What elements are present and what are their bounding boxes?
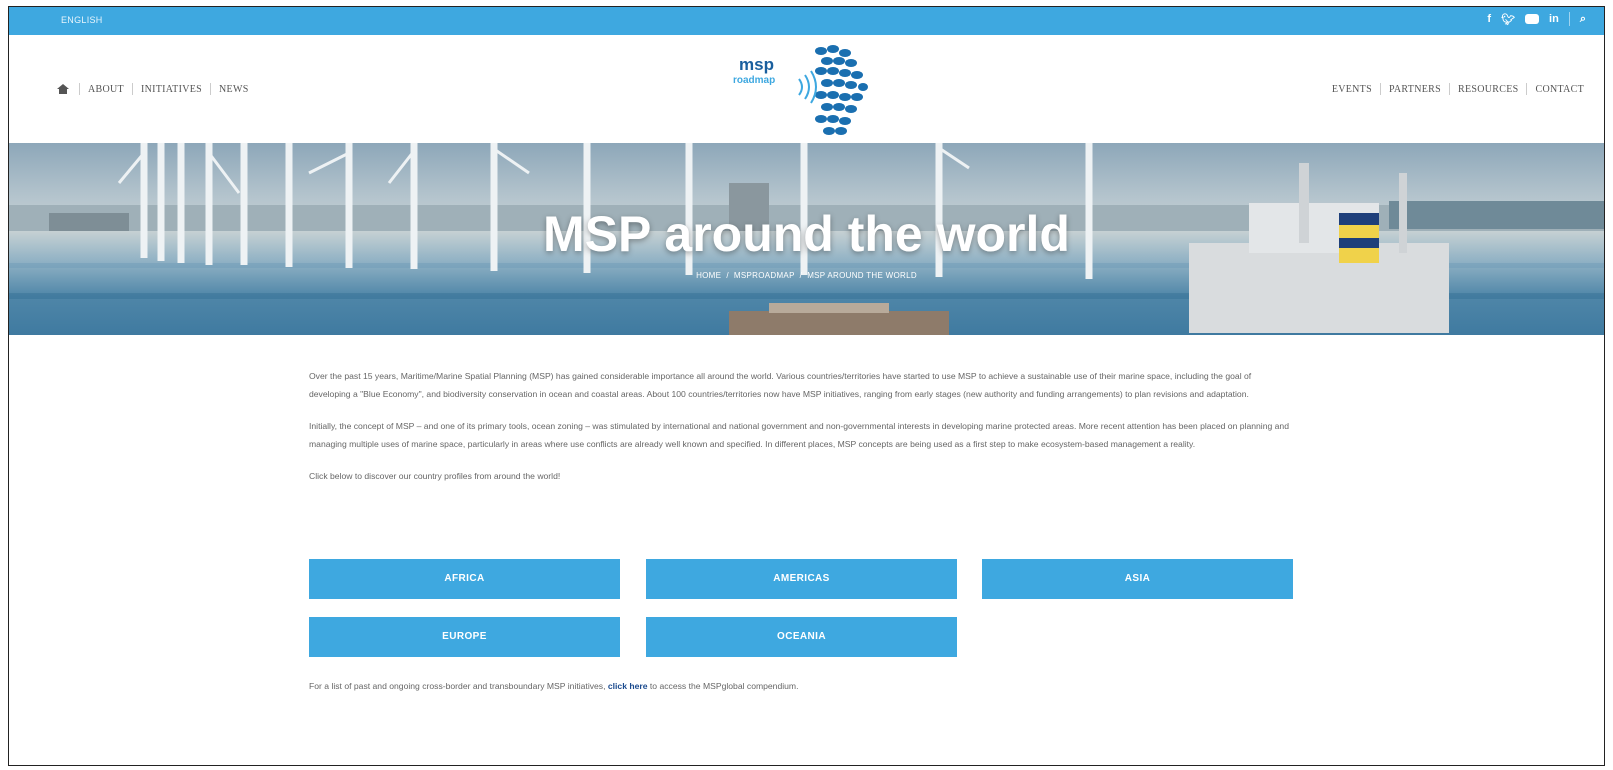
history-paragraph: Initially, the concept of MSP – and one … [309,421,1289,449]
nav-item-events[interactable]: EVENTS [1324,84,1380,95]
divider [1568,12,1570,26]
breadcrumb-separator: / [723,271,732,280]
logo-mark [798,45,868,135]
nav-left: ABOUT INITIATIVES NEWS [57,83,257,95]
nav-item-partners[interactable]: PARTNERS [1381,84,1449,95]
footnote-text-before: For a list of past and ongoing cross-bor… [309,681,606,691]
main-content: Over the past 15 years, Maritime/Marine … [309,367,1294,499]
breadcrumb-home[interactable]: HOME [696,271,721,280]
site-logo[interactable]: msp roadmap [729,39,879,139]
intro-paragraph: Over the past 15 years, Maritime/Marine … [309,371,1252,399]
nav-item-contact[interactable]: CONTACT [1527,84,1592,95]
site-header: ABOUT INITIATIVES NEWS msp roadmap EVENT… [9,35,1604,143]
youtube-icon[interactable] [1525,14,1540,24]
region-button-europe[interactable]: EUROPE [309,617,620,657]
cta-paragraph: Click below to discover our country prof… [309,471,561,481]
region-button-asia[interactable]: ASIA [982,559,1293,599]
compendium-link[interactable]: click here [608,681,648,691]
breadcrumb-separator: / [797,271,805,280]
browser-frame: ENGLISH f 🐦︎ in ⌕ ABOUT INITIATIVES NEWS… [8,6,1605,766]
hero-banner: MSP around the world HOME / MSPROADMAP /… [9,143,1604,335]
language-selector[interactable]: ENGLISH [61,15,103,25]
top-bar: ENGLISH f 🐦︎ in ⌕ [9,7,1604,35]
nav-item-initiatives[interactable]: INITIATIVES [133,84,210,95]
footnote-text-after: to access the MSPglobal compendium. [649,681,799,691]
linkedin-icon[interactable]: in [1549,13,1559,25]
nav-right: EVENTS PARTNERS RESOURCES CONTACT [1324,83,1592,95]
nav-item-about[interactable]: ABOUT [80,84,132,95]
region-button-oceania[interactable]: OCEANIA [646,617,957,657]
nav-item-resources[interactable]: RESOURCES [1450,84,1527,95]
search-icon[interactable]: ⌕ [1580,13,1586,26]
social-links: f 🐦︎ in ⌕ [1487,12,1586,26]
compendium-note: For a list of past and ongoing cross-bor… [309,681,798,691]
breadcrumb: HOME / MSPROADMAP / MSP AROUND THE WORLD [9,271,1604,280]
page-title: MSP around the world [543,206,1070,262]
facebook-icon[interactable]: f [1487,13,1491,25]
nav-item-news[interactable]: NEWS [211,84,257,95]
region-button-africa[interactable]: AFRICA [309,559,620,599]
region-button-americas[interactable]: AMERICAS [646,559,957,599]
home-icon[interactable] [57,84,69,94]
twitter-icon[interactable]: 🐦︎ [1501,13,1515,26]
breadcrumb-current: MSP AROUND THE WORLD [807,271,917,280]
breadcrumb-msproadmap[interactable]: MSPROADMAP [734,271,795,280]
